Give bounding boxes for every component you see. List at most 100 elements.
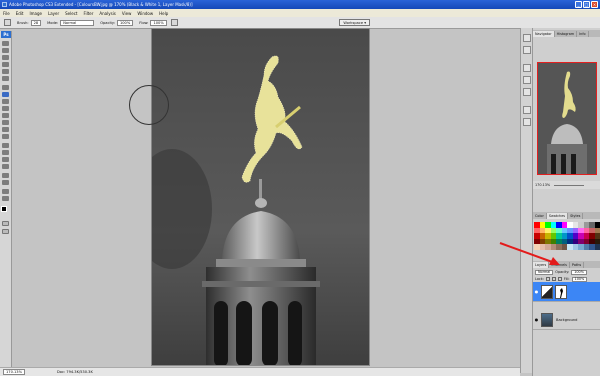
menu-analysis[interactable]: Analysis <box>99 11 115 16</box>
navigator-zoom-value[interactable]: 170.13% <box>535 183 550 187</box>
zoom-level[interactable]: 170.13% <box>3 369 25 375</box>
brush-tool-icon[interactable] <box>2 92 9 97</box>
healing-brush-tool-icon[interactable] <box>2 85 9 90</box>
actions-panel-icon[interactable] <box>523 46 531 54</box>
swatch-grid[interactable] <box>534 222 600 250</box>
layer-mask-thumbnail[interactable] <box>555 284 567 299</box>
notes-tool-icon[interactable] <box>2 173 9 178</box>
tab-swatches[interactable]: Swatches <box>546 213 569 219</box>
menu-bar: File Edit Image Layer Select Filter Anal… <box>0 9 600 17</box>
magic-wand-tool-icon[interactable] <box>2 62 9 67</box>
layer-opacity-input[interactable]: 100% <box>571 269 587 275</box>
ps-logo: Ps <box>1 31 11 38</box>
zoom-tool-icon[interactable] <box>2 196 9 201</box>
blur-tool-icon[interactable] <box>2 127 9 132</box>
opacity-input[interactable]: 100% <box>116 19 134 26</box>
crop-tool-icon[interactable] <box>2 69 9 74</box>
navigator-zoom-slider[interactable] <box>554 184 585 186</box>
menu-layer[interactable]: Layer <box>48 11 59 16</box>
brush-cursor <box>129 85 169 125</box>
window-controls: _ □ × <box>575 1 598 8</box>
maximize-button[interactable]: □ <box>583 1 590 8</box>
quick-mask-icon[interactable] <box>2 221 9 226</box>
lock-pixels-icon[interactable] <box>551 277 556 281</box>
swatches-tabs: Color Swatches Styles <box>533 212 600 219</box>
screen-mode-icon[interactable] <box>2 229 9 234</box>
shape-tool-icon[interactable] <box>2 164 9 169</box>
layers-blend-row: Normal Opacity: 100% <box>533 269 600 275</box>
lock-position-icon[interactable] <box>557 277 562 281</box>
menu-image[interactable]: Image <box>29 11 42 16</box>
clone-stamp-tool-icon[interactable] <box>2 99 9 104</box>
navigator-thumbnail[interactable] <box>537 62 597 175</box>
swatch-color[interactable] <box>594 244 600 250</box>
close-button[interactable]: × <box>591 1 598 8</box>
hand-tool-icon[interactable] <box>2 189 9 194</box>
fill-label: Fill: <box>563 277 570 281</box>
brush-size-picker[interactable]: 28 <box>30 19 42 26</box>
paragraph-panel-icon[interactable] <box>523 118 531 126</box>
eraser-tool-icon[interactable] <box>2 113 9 118</box>
doc-size: Doc: 794.3K/530.3K <box>57 370 93 374</box>
opacity-label: Opacity: <box>100 20 115 25</box>
tab-layers[interactable]: Layers <box>533 262 550 268</box>
eyedropper-tool-icon[interactable] <box>2 180 9 185</box>
airbrush-toggle[interactable] <box>170 19 178 26</box>
tab-styles[interactable]: Styles <box>568 213 584 219</box>
tool-presets-panel-icon[interactable] <box>523 76 531 84</box>
window-title: Adobe Photoshop CS3 Extended - [ColoursB… <box>9 2 193 7</box>
history-panel-icon[interactable] <box>523 34 531 42</box>
workspace-button[interactable]: Workspace ▾ <box>339 19 370 26</box>
tab-navigator[interactable]: Navigator <box>533 31 555 37</box>
foreground-color-swatch[interactable] <box>1 206 7 212</box>
history-brush-tool-icon[interactable] <box>2 106 9 111</box>
type-tool-icon[interactable] <box>2 150 9 155</box>
title-bar: Adobe Photoshop CS3 Extended - [ColoursB… <box>0 0 600 9</box>
document-canvas[interactable] <box>151 28 370 366</box>
pen-tool-icon[interactable] <box>2 157 9 162</box>
flow-label: Flow: <box>139 20 149 25</box>
menu-select[interactable]: Select <box>65 11 77 16</box>
menu-file[interactable]: File <box>3 11 10 16</box>
layer-row-background[interactable]: ● Background <box>533 310 600 330</box>
slice-tool-icon[interactable] <box>2 76 9 81</box>
lasso-tool-icon[interactable] <box>2 55 9 60</box>
visibility-eye-icon[interactable]: ● <box>533 289 540 294</box>
minimize-button[interactable]: _ <box>575 1 582 8</box>
lock-label: Lock: <box>535 277 544 281</box>
tab-info[interactable]: Info <box>577 31 589 37</box>
dodge-tool-icon[interactable] <box>2 134 9 139</box>
brushes-panel-icon[interactable] <box>523 64 531 72</box>
marquee-tool-icon[interactable] <box>2 48 9 53</box>
tab-color[interactable]: Color <box>533 213 547 219</box>
fill-input[interactable]: 100% <box>571 276 588 282</box>
tab-channels[interactable]: Channels <box>549 262 570 268</box>
navigator-tabs: Navigator Histogram Info <box>533 30 600 37</box>
gradient-tool-icon[interactable] <box>2 120 9 125</box>
photo-statue-dome <box>152 29 369 365</box>
visibility-eye-icon[interactable]: ● <box>533 317 540 322</box>
layer-row-black-white[interactable]: ● <box>533 282 600 302</box>
character-panel-icon[interactable] <box>523 106 531 114</box>
navigator-view-box[interactable] <box>537 62 597 175</box>
toolbox: Ps <box>0 31 12 371</box>
flow-input[interactable]: 100% <box>150 19 167 26</box>
menu-edit[interactable]: Edit <box>16 11 24 16</box>
tool-preset-picker[interactable] <box>4 19 11 26</box>
clone-source-panel-icon[interactable] <box>523 88 531 96</box>
menu-view[interactable]: View <box>122 11 132 16</box>
menu-filter[interactable]: Filter <box>83 11 93 16</box>
menu-window[interactable]: Window <box>137 11 153 16</box>
mask-figure-icon <box>560 287 563 298</box>
background-layer-thumbnail <box>541 312 553 327</box>
blend-mode-select[interactable]: Normal <box>535 269 554 275</box>
mode-select[interactable]: Normal <box>60 19 95 26</box>
panel-icon-strip <box>520 28 532 373</box>
app-icon <box>2 2 7 7</box>
tab-histogram[interactable]: Histogram <box>555 31 578 37</box>
move-tool-icon[interactable] <box>2 41 9 46</box>
tab-paths[interactable]: Paths <box>570 262 585 268</box>
path-selection-tool-icon[interactable] <box>2 143 9 148</box>
menu-help[interactable]: Help <box>159 11 168 16</box>
lock-transparency-icon[interactable] <box>545 277 550 281</box>
